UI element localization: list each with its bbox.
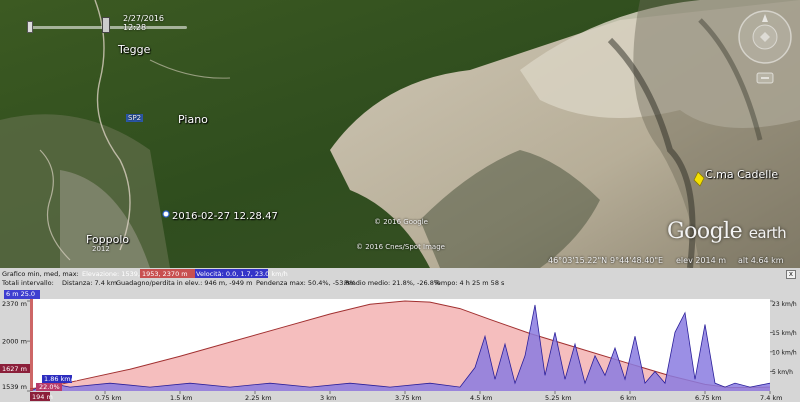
distance-stat: Distanza: 7.4 km [62, 279, 117, 287]
graph-label: Grafico min, med, max: [2, 270, 79, 278]
slope-max-stat: Pendenza max: 50.4%, -53.8% [256, 279, 356, 287]
y-tick-label-right: 5 km/h [772, 369, 793, 376]
copyright-google: © 2016 Google [374, 218, 428, 226]
place-label-tegge: Tegge [118, 43, 151, 56]
status-latitude: 46°03'15.22"N [548, 256, 608, 265]
status-altitude: alt 4.64 km [738, 256, 784, 265]
time-stat: Tempo: 4 h 25 m 58 s [434, 279, 505, 287]
time-slider-label: 2/27/2016 12:28 [123, 14, 165, 32]
x-tick-label: 6 km [620, 394, 636, 402]
status-elevation: elev 2014 m [676, 256, 727, 265]
time-slider-end-handle[interactable] [102, 17, 110, 33]
totals-label: Totali intervallo: [2, 279, 54, 287]
section-label: 6 m 25.0 s [4, 290, 40, 307]
elevation-chart[interactable]: 2370 m2000 m1750 m1539 m 23 km/h15 km/h1… [0, 299, 800, 402]
y-tick-label-right: 15 km/h [772, 330, 797, 337]
x-tick-label: 4.5 km [470, 394, 493, 402]
close-button[interactable]: x [786, 270, 796, 279]
y-tick-label-left: 2000 m [2, 338, 27, 346]
cursor-elev-label: 1627 m [2, 365, 27, 373]
place-label-foppolo-year: 2012 [92, 245, 110, 253]
compass-icon[interactable] [736, 8, 794, 66]
zoom-control-icon[interactable] [756, 72, 774, 84]
slope-avg-stat: Pendio medio: 21.8%, -26.8% [344, 279, 441, 287]
profile-stats: Grafico min, med, max: Elevazione: 1539,… [0, 268, 800, 288]
cursor-speed-label: 1.86 km/h [44, 375, 77, 383]
x-tick-label: 1.5 km [170, 394, 193, 402]
cursor-base-label: 194 m [32, 393, 53, 401]
y-tick-label-right: 23 km/h [772, 301, 797, 308]
google-earth-logo: Google earth [667, 219, 787, 244]
y-tick-label-left: 1539 m [2, 383, 27, 391]
time-slider-start-handle[interactable] [27, 21, 33, 33]
speed-stat[interactable]: Velocità: 0.0, 1.7, 23.0 km/h [196, 270, 288, 278]
x-tick-label: 2.25 km [245, 394, 272, 402]
status-longitude: 9°44'48.40"E [610, 256, 664, 265]
x-tick-label: 0.75 km [95, 394, 122, 402]
x-tick-label: 3.75 km [395, 394, 422, 402]
elevation-stat[interactable]: Elevazione: 1539, 1953, 2370 m [82, 270, 188, 278]
x-tick-label: 3 km [320, 394, 336, 402]
cursor-line[interactable] [30, 299, 33, 391]
start-marker-icon[interactable] [162, 210, 170, 218]
gain-loss-stat: Guadagno/perdita in elev.: 946 m, -949 m [116, 279, 253, 287]
time-slider[interactable]: 2/27/2016 12:28 [27, 14, 187, 36]
x-tick-label: 5.25 km [545, 394, 572, 402]
x-tick-label: 6.75 km [695, 394, 722, 402]
elevation-profile-panel: Grafico min, med, max: Elevazione: 1539,… [0, 268, 800, 402]
map-status-bar: 46°03'15.22"N 9°44'48.40"E elev 2014 m a… [0, 254, 800, 268]
place-label-cima-cadelle: C.ma Cadelle [705, 168, 779, 181]
y-tick-label-left: 2370 m [2, 300, 27, 308]
place-label-piano: Piano [178, 113, 208, 126]
cursor-slope-label: 22.0% [39, 383, 60, 391]
y-tick-label-right: 10 km/h [772, 349, 797, 356]
map-view[interactable]: 2/27/2016 12:28 Tegge SP2 Piano Foppolo … [0, 0, 800, 268]
road-label: SP2 [126, 114, 144, 122]
track-start-label: 2016-02-27 12.28.47 [172, 211, 278, 222]
copyright-cnes: © 2016 Cnes/Spot Image [356, 243, 445, 251]
x-tick-label: 7.4 km [760, 394, 783, 402]
